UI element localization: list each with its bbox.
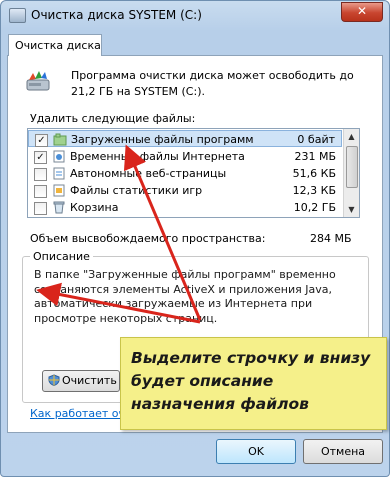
checkbox[interactable] — [34, 168, 47, 181]
file-name: Корзина — [70, 201, 119, 214]
how-it-works-link[interactable]: Как работает очи — [30, 407, 132, 420]
file-size: 12,3 КБ — [292, 184, 336, 197]
list-scrollbar[interactable]: ▲ ▼ — [343, 129, 359, 217]
file-size: 51,6 КБ — [292, 167, 336, 180]
scroll-thumb[interactable] — [346, 146, 358, 188]
offline-page-icon — [53, 167, 65, 180]
description-text: В папке "Загруженные файлы программ" вре… — [34, 268, 336, 325]
callout-text: Выделите строчку и внизу будет описание … — [131, 349, 371, 413]
clean-button-label: Очистить с — [62, 374, 127, 387]
cancel-button[interactable]: Отмена — [303, 439, 383, 464]
shield-icon — [48, 374, 60, 386]
file-name: Автономные веб-страницы — [70, 167, 227, 180]
cancel-label: Отмена — [320, 445, 366, 458]
checkbox[interactable] — [34, 185, 47, 198]
files-list[interactable]: ✓ Загруженные файлы программ 0 байт ✓ Вр… — [27, 128, 360, 218]
recycle-bin-icon — [53, 201, 65, 214]
disk-cleanup-app-icon — [9, 8, 26, 23]
total-space-label: Объем высвобождаемого пространства: — [30, 232, 266, 245]
delete-files-label: Удалить следующие файлы: — [30, 112, 196, 125]
checkbox[interactable]: ✓ — [35, 134, 48, 147]
list-item[interactable]: Корзина 10,2 ГБ — [28, 199, 342, 216]
game-stats-icon — [53, 184, 65, 197]
scroll-down-icon[interactable]: ▼ — [344, 202, 359, 217]
header-description: Программа очистки диска может освободить… — [71, 69, 354, 98]
list-item[interactable]: ✓ Загруженные файлы программ 0 байт — [28, 130, 342, 147]
list-item[interactable]: ✓ Временные файлы Интернета 231 МБ — [28, 148, 342, 165]
scroll-up-icon[interactable]: ▲ — [344, 129, 359, 144]
title-bar[interactable]: Очистка диска SYSTEM (C:) ✕ — [1, 1, 389, 31]
close-button[interactable]: ✕ — [341, 2, 383, 22]
file-size: 10,2 ГБ — [293, 201, 336, 214]
internet-file-icon — [53, 150, 65, 163]
file-name: Временные файлы Интернета — [70, 150, 245, 163]
file-size: 0 байт — [297, 133, 335, 146]
file-name: Файлы статистики игр — [70, 184, 203, 197]
list-item[interactable]: Файлы статистики игр 12,3 КБ — [28, 182, 342, 199]
ok-label: OK — [248, 445, 264, 458]
description-title: Описание — [30, 250, 93, 263]
folder-icon — [53, 133, 67, 146]
file-name: Загруженные файлы программ — [71, 133, 254, 146]
annotation-callout: Выделите строчку и внизу будет описание … — [120, 337, 387, 430]
clean-system-files-button[interactable]: Очистить с — [42, 370, 126, 392]
total-space-value: 284 МБ — [310, 232, 352, 245]
tab-label: Очистка диска — [15, 39, 101, 52]
checkbox[interactable]: ✓ — [34, 151, 47, 164]
disk-cleanup-icon — [26, 71, 50, 91]
tab-disk-cleanup[interactable]: Очистка диска — [8, 34, 102, 56]
file-size: 231 МБ — [294, 150, 336, 163]
window-title: Очистка диска SYSTEM (C:) — [31, 8, 202, 22]
checkbox[interactable] — [34, 202, 47, 215]
ok-button[interactable]: OK — [216, 439, 296, 464]
list-item[interactable]: Автономные веб-страницы 51,6 КБ — [28, 165, 342, 182]
